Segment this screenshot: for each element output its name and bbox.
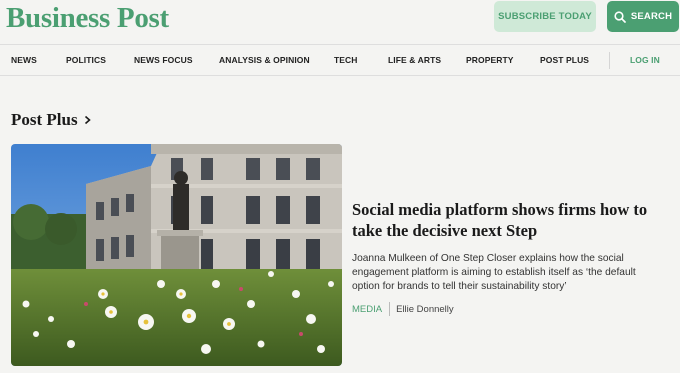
nav-item-property[interactable]: PROPERTY [466,55,514,65]
nav-item-news[interactable]: NEWS [11,55,37,65]
subscribe-button[interactable]: SUBSCRIBE TODAY [494,1,596,32]
nav-item-news-focus[interactable]: NEWS FOCUS [134,55,193,65]
section-heading-link[interactable]: Post Plus [11,110,91,130]
search-icon [614,10,626,23]
article-headline[interactable]: Social media platform shows firms how to… [352,199,657,241]
section-title: Post Plus [11,110,78,129]
article-meta: MEDIA Ellie Donnelly [352,302,454,316]
chevron-right-icon [84,115,91,125]
nav-item-tech[interactable]: TECH [334,55,358,65]
nav-divider [609,52,610,69]
article-standfirst: Joanna Mulkeen of One Step Closer explai… [352,253,636,293]
nav-item-post-plus[interactable]: POST PLUS [540,55,589,65]
meta-divider [389,302,391,316]
author-name[interactable]: Ellie Donnelly [396,304,454,315]
nav-item-politics[interactable]: POLITICS [66,55,106,65]
nav-item-analysis-opinion[interactable]: ANALYSIS & OPINION [219,55,310,65]
search-label: SEARCH [630,11,673,22]
category-tag[interactable]: MEDIA [352,304,382,315]
subscribe-label: SUBSCRIBE TODAY [498,11,592,22]
main-nav: NEWS POLITICS NEWS FOCUS ANALYSIS & OPIN… [0,44,680,76]
login-link[interactable]: LOG IN [630,55,660,65]
nav-item-life-arts[interactable]: LIFE & ARTS [388,55,441,65]
site-logo[interactable]: Business Post [6,2,169,35]
search-button[interactable]: SEARCH [607,1,679,32]
article-image[interactable] [11,144,342,366]
